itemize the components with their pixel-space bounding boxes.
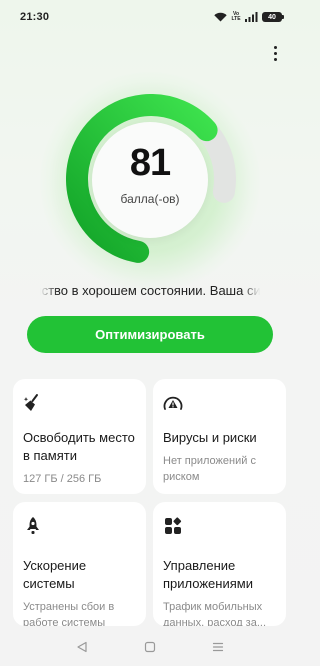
- card-title: Освободить место в памяти: [23, 430, 135, 463]
- nav-recents-button[interactable]: [209, 638, 227, 656]
- card-system-speedup[interactable]: Ускорение системы Устранены сбои в работ…: [13, 502, 146, 626]
- wifi-icon: [214, 12, 227, 22]
- nav-home-button[interactable]: [141, 638, 159, 656]
- status-icons: Vo LTE 40: [214, 11, 284, 22]
- apps-grid-icon: [165, 517, 182, 534]
- card-title: Управление приложениями: [163, 558, 253, 591]
- home-icon: [144, 641, 156, 653]
- battery-icon: 40: [262, 12, 284, 22]
- card-free-storage[interactable]: Освободить место в памяти 127 ГБ / 256 Г…: [13, 379, 146, 494]
- more-vertical-icon: [273, 45, 277, 49]
- card-app-management[interactable]: Управление приложениями Трафик мобильных…: [153, 502, 286, 626]
- device-status-text: Устройство в хорошем состоянии. Ваша сис…: [40, 283, 260, 298]
- card-subtitle: 127 ГБ / 256 ГБ: [23, 473, 102, 485]
- score-value: 81: [129, 142, 171, 184]
- card-title: Ускорение системы: [23, 558, 87, 591]
- battery-level: 40: [268, 13, 276, 21]
- score-unit: балла(-ов): [120, 192, 180, 206]
- nav-back-button[interactable]: [73, 638, 91, 656]
- card-title: Вирусы и риски: [163, 430, 257, 445]
- broom-icon: [23, 394, 38, 411]
- device-status-marquee: Устройство в хорошем состоянии. Ваша сис…: [40, 283, 260, 303]
- more-options-button[interactable]: [264, 42, 286, 64]
- card-subtitle: Устранены сбои в работе системы: [23, 601, 115, 626]
- optimize-button[interactable]: Оптимизировать: [27, 316, 273, 353]
- shield-alert-icon: [163, 396, 183, 410]
- system-nav-bar: [0, 628, 300, 666]
- card-viruses-risks[interactable]: Вирусы и риски Нет приложений с риском: [153, 379, 286, 494]
- card-subtitle: Трафик мобильных данных, расход за...: [163, 601, 266, 626]
- back-icon: [77, 641, 87, 653]
- status-bar: 21:30 Vo LTE 40: [0, 0, 300, 34]
- volte-icon: Vo LTE: [231, 11, 241, 22]
- signal-icon: [245, 12, 258, 22]
- status-time: 21:30: [20, 11, 50, 23]
- card-subtitle: Нет приложений с риском: [163, 455, 256, 483]
- recents-icon: [212, 642, 224, 652]
- rocket-icon: [27, 517, 39, 534]
